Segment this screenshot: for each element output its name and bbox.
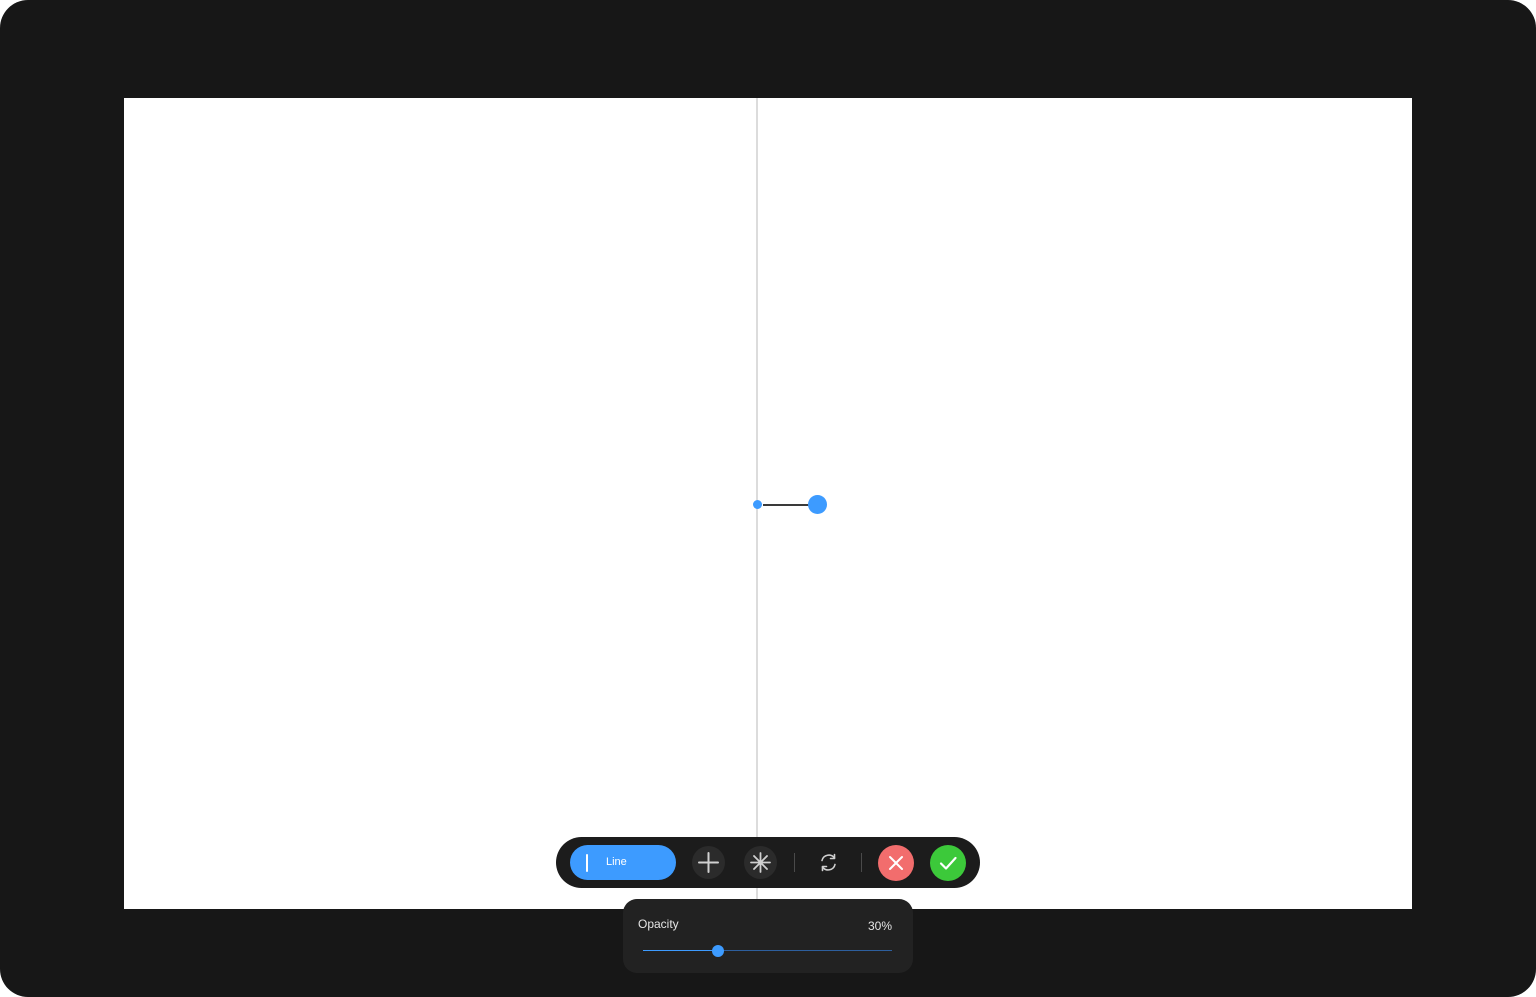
rotation-handle[interactable] [808,495,827,514]
opacity-slider-fill [643,950,718,951]
rotate-button[interactable] [812,846,845,879]
device-frame: Line Opacity 30% [0,0,1536,997]
sparkle-button[interactable] [744,846,777,879]
plus-icon [698,852,719,873]
rotation-handle-stem [763,504,809,506]
cancel-button[interactable] [878,845,914,881]
line-mode-label: Line [606,856,627,868]
toolbar-divider [861,853,862,872]
line-anchor-point[interactable] [753,500,762,509]
line-mode-button[interactable]: Line [570,845,676,880]
opacity-panel: Opacity 30% [623,899,913,973]
check-icon [939,856,957,870]
rotate-icon [821,853,836,872]
confirm-button[interactable] [930,845,966,881]
close-icon [889,856,903,870]
drawing-canvas[interactable] [124,98,1412,909]
toolbar-divider [794,853,795,872]
opacity-value: 30% [867,919,892,933]
add-button[interactable] [692,846,725,879]
sparkle-icon [750,852,771,873]
line-tool-toolbar: Line [556,837,980,888]
opacity-label: Opacity [638,917,679,931]
line-icon [586,854,588,872]
opacity-slider[interactable] [643,943,892,959]
opacity-slider-thumb[interactable] [711,945,724,957]
